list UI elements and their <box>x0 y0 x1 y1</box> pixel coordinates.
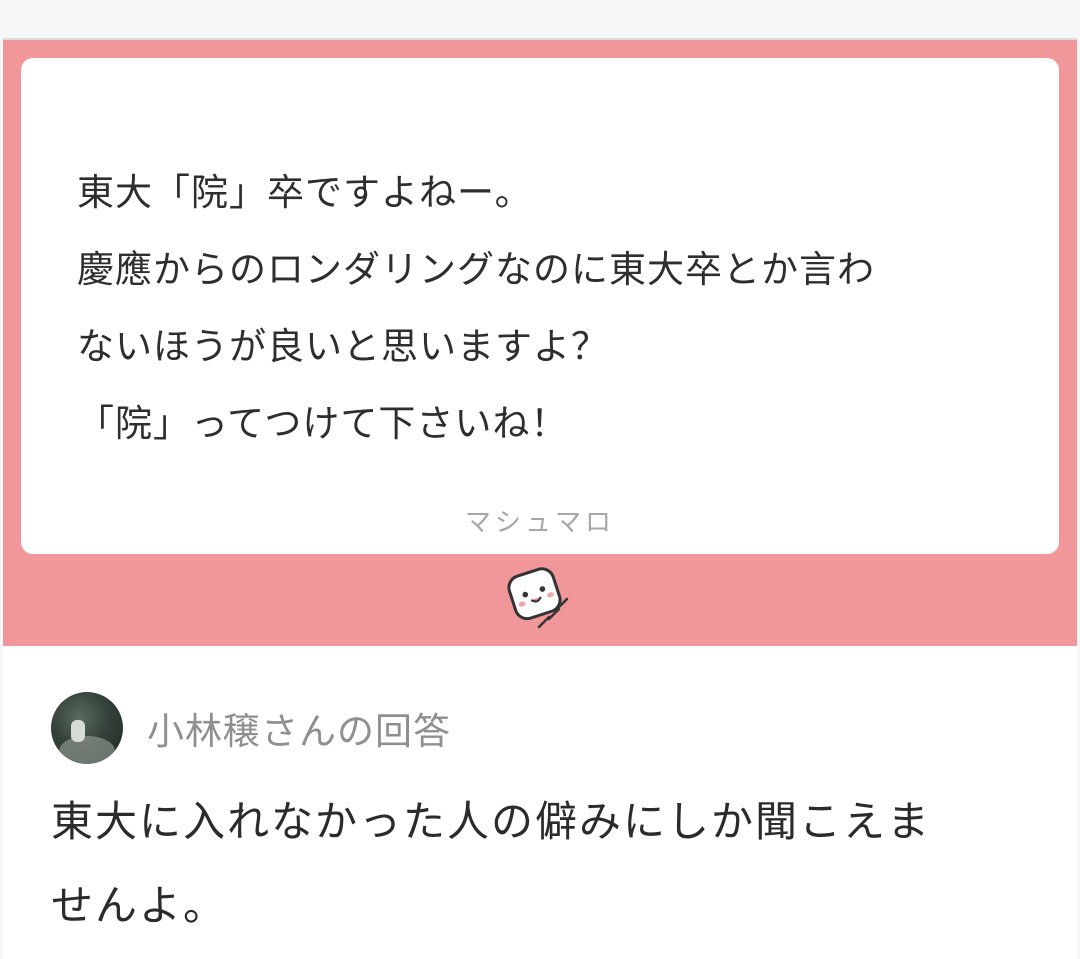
answer-line: せんよ。 <box>51 881 228 930</box>
question-line: 東大「院」卒ですよねー。 <box>77 171 533 214</box>
question-line: 慶應からのロンダリングなのに東大卒とか言わ <box>77 248 875 291</box>
answer-text: 東大に入れなかった人の僻みにしか聞こえま せんよ。 <box>51 780 1041 948</box>
question-text: 東大「院」卒ですよねー。 慶應からのロンダリングなのに東大卒とか言わ ないほうが… <box>77 154 1037 462</box>
question-line: 「院」ってつけて下さいね！ <box>77 402 569 445</box>
answerer-label: 小林穣さんの回答 <box>147 710 451 753</box>
question-box: 東大「院」卒ですよねー。 慶應からのロンダリングなのに東大卒とか言わ ないほうが… <box>21 58 1059 554</box>
marshmallow-mascot-icon <box>507 567 569 629</box>
page: 東大「院」卒ですよねー。 慶應からのロンダリングなのに東大卒とか言わ ないほうが… <box>0 0 1080 959</box>
question-line: ないほうが良いと思いますよ？ <box>77 325 609 368</box>
answer-line: 東大に入れなかった人の僻みにしか聞こえま <box>51 797 932 846</box>
marshmallow-card: 東大「院」卒ですよねー。 慶應からのロンダリングなのに東大卒とか言わ ないほうが… <box>3 38 1077 959</box>
question-band: 東大「院」卒ですよねー。 慶應からのロンダリングなのに東大卒とか言わ ないほうが… <box>3 40 1077 646</box>
avatar[interactable] <box>51 692 123 764</box>
brand-label: マシュマロ <box>464 508 615 538</box>
answer-header: 小林穣さんの回答 <box>51 692 451 764</box>
